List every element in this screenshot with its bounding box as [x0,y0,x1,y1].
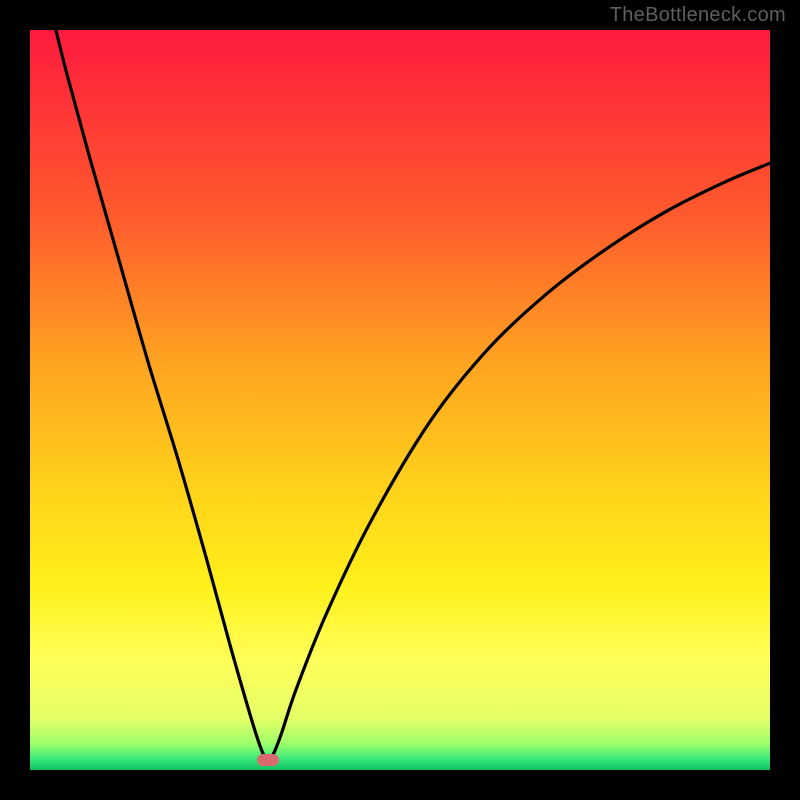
chart-svg [30,30,770,770]
plot-area [30,30,770,770]
chart-background [30,30,770,770]
watermark-text: TheBottleneck.com [610,4,786,27]
chart-frame: TheBottleneck.com [0,0,800,800]
optimal-point-marker [257,754,279,766]
